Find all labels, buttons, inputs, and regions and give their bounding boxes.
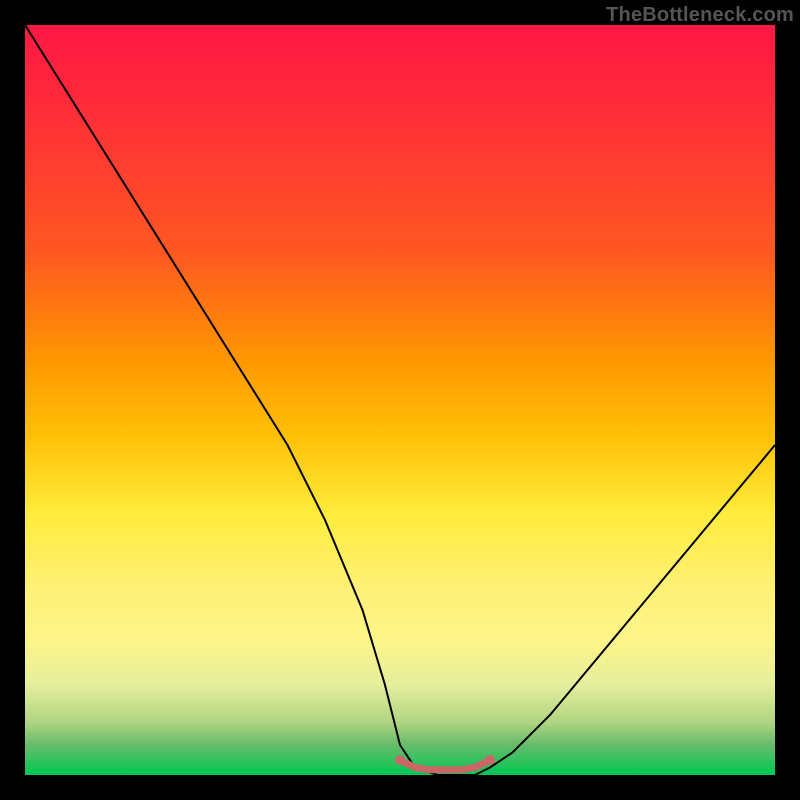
- chart-stage: TheBottleneck.com: [0, 0, 800, 800]
- optimal-flat-path: [400, 760, 490, 770]
- optimal-flat-start-dot: [395, 755, 405, 765]
- curve-layer: [25, 25, 775, 775]
- optimal-flat-end-dot: [485, 755, 495, 765]
- bottleneck-curve-path: [25, 25, 775, 775]
- watermark-text: TheBottleneck.com: [606, 4, 794, 27]
- plot-area: [25, 25, 775, 775]
